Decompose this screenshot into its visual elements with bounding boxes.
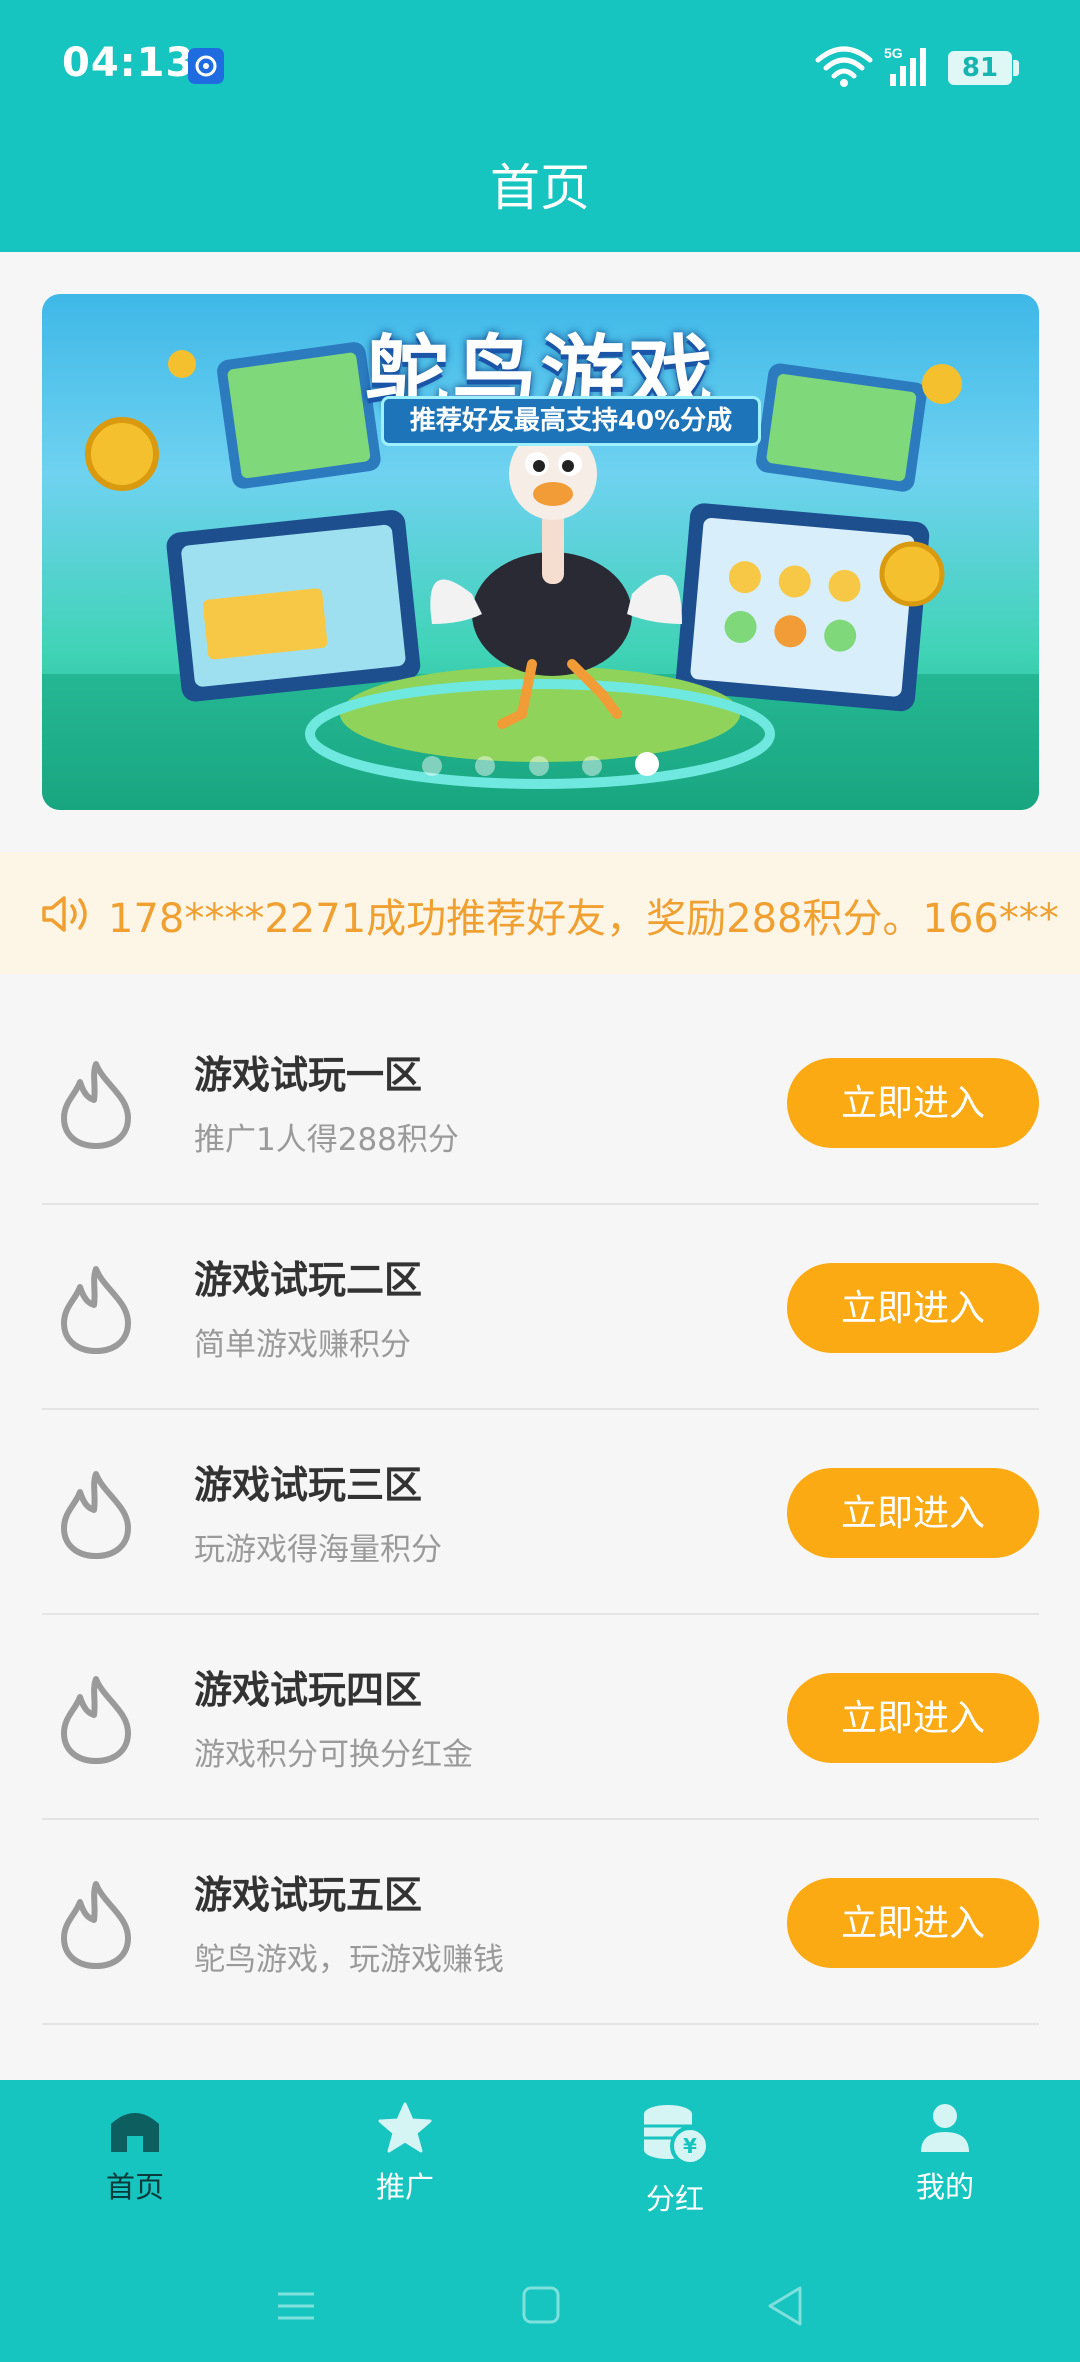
zone-description: 推广1人得288积分 <box>194 1122 459 1158</box>
status-bar: 04:13 5G 81 <box>0 0 1080 132</box>
zone-description: 玩游戏得海量积分 <box>194 1532 442 1568</box>
speaker-icon <box>42 896 87 932</box>
nav-item-promote[interactable]: 推广 <box>305 2102 505 2206</box>
promo-banner[interactable]: 鸵鸟游戏 推荐好友最高支持40%分成 <box>42 294 1039 810</box>
nav-item-mine[interactable]: 我的 <box>845 2102 1045 2206</box>
zone-description: 鸵鸟游戏，玩游戏赚钱 <box>194 1942 504 1978</box>
battery-indicator: 81 <box>948 51 1012 85</box>
zone-title: 游戏试玩二区 <box>194 1258 423 1302</box>
list-item: 游戏试玩三区 玩游戏得海量积分 立即进入 <box>42 1410 1039 1615</box>
list-item: 游戏试玩一区 推广1人得288积分 立即进入 <box>42 1000 1039 1205</box>
enter-zone-button[interactable]: 立即进入 <box>787 1263 1039 1353</box>
list-item: 游戏试玩二区 简单游戏赚积分 立即进入 <box>42 1205 1039 1410</box>
back-icon[interactable] <box>768 2286 802 2326</box>
flame-icon <box>61 1881 131 1969</box>
zone-title: 游戏试玩一区 <box>194 1053 423 1097</box>
user-icon <box>921 2104 969 2152</box>
svg-text:¥: ¥ <box>683 2134 697 2158</box>
notice-bar: 178****2271成功推荐好友，奖励288积分。166*** <box>0 852 1080 974</box>
app-notification-icon <box>188 48 224 84</box>
nav-item-home[interactable]: 首页 <box>35 2102 235 2206</box>
flame-icon <box>61 1061 131 1149</box>
flame-icon <box>61 1471 131 1559</box>
enter-zone-button[interactable]: 立即进入 <box>787 1468 1039 1558</box>
zone-title: 游戏试玩五区 <box>194 1873 423 1917</box>
zone-title: 游戏试玩四区 <box>194 1668 423 1712</box>
bottom-nav: 首页 推广 ¥ 分红 我的 <box>0 2080 1080 2362</box>
nav-item-dividend[interactable]: ¥ 分红 <box>575 2102 775 2218</box>
carousel-dot[interactable] <box>581 756 602 776</box>
enter-zone-button[interactable]: 立即进入 <box>787 1878 1039 1968</box>
nav-label-promote: 推广 <box>375 2170 434 2204</box>
game-zone-list: 游戏试玩一区 推广1人得288积分 立即进入 游戏试玩二区 简单游戏赚积分 立即… <box>42 1000 1039 2025</box>
star-icon <box>378 2102 432 2153</box>
enter-zone-button[interactable]: 立即进入 <box>787 1058 1039 1148</box>
nav-label-dividend: 分红 <box>645 2182 704 2216</box>
recent-apps-icon[interactable] <box>278 2292 314 2320</box>
wifi-icon <box>815 46 873 87</box>
banner-subtitle: 推荐好友最高支持40%分成 <box>381 396 761 446</box>
zone-title: 游戏试玩三区 <box>194 1463 423 1507</box>
flame-icon <box>61 1676 131 1764</box>
system-navigation-bar <box>278 2286 802 2326</box>
notice-text: 178****2271成功推荐好友，奖励288积分。166*** <box>108 896 1059 942</box>
enter-zone-button[interactable]: 立即进入 <box>787 1673 1039 1763</box>
flame-icon <box>61 1266 131 1354</box>
carousel-dot[interactable] <box>475 756 496 776</box>
home-nav-icon[interactable] <box>522 2286 560 2324</box>
network-type-label: 5G <box>884 45 903 61</box>
carousel-dot[interactable] <box>528 756 549 776</box>
list-item: 游戏试玩四区 游戏积分可换分红金 立即进入 <box>42 1615 1039 1820</box>
page-title: 首页 <box>490 159 590 217</box>
cellular-signal-icon: 5G <box>884 45 926 86</box>
zone-description: 游戏积分可换分红金 <box>194 1737 473 1773</box>
battery-tip <box>1013 60 1019 76</box>
home-icon <box>111 2113 159 2152</box>
carousel-indicator <box>42 752 1039 780</box>
app-header: 04:13 5G 81 首页 <box>0 0 1080 252</box>
nav-label-mine: 我的 <box>915 2170 974 2204</box>
zone-description: 简单游戏赚积分 <box>194 1327 411 1363</box>
coins-icon: ¥ <box>644 2105 710 2166</box>
carousel-dot-active[interactable] <box>634 752 659 776</box>
list-item: 游戏试玩五区 鸵鸟游戏，玩游戏赚钱 立即进入 <box>42 1820 1039 2025</box>
nav-label-home: 首页 <box>105 2170 164 2204</box>
status-time: 04:13 <box>62 40 195 86</box>
carousel-dot[interactable] <box>422 756 443 776</box>
